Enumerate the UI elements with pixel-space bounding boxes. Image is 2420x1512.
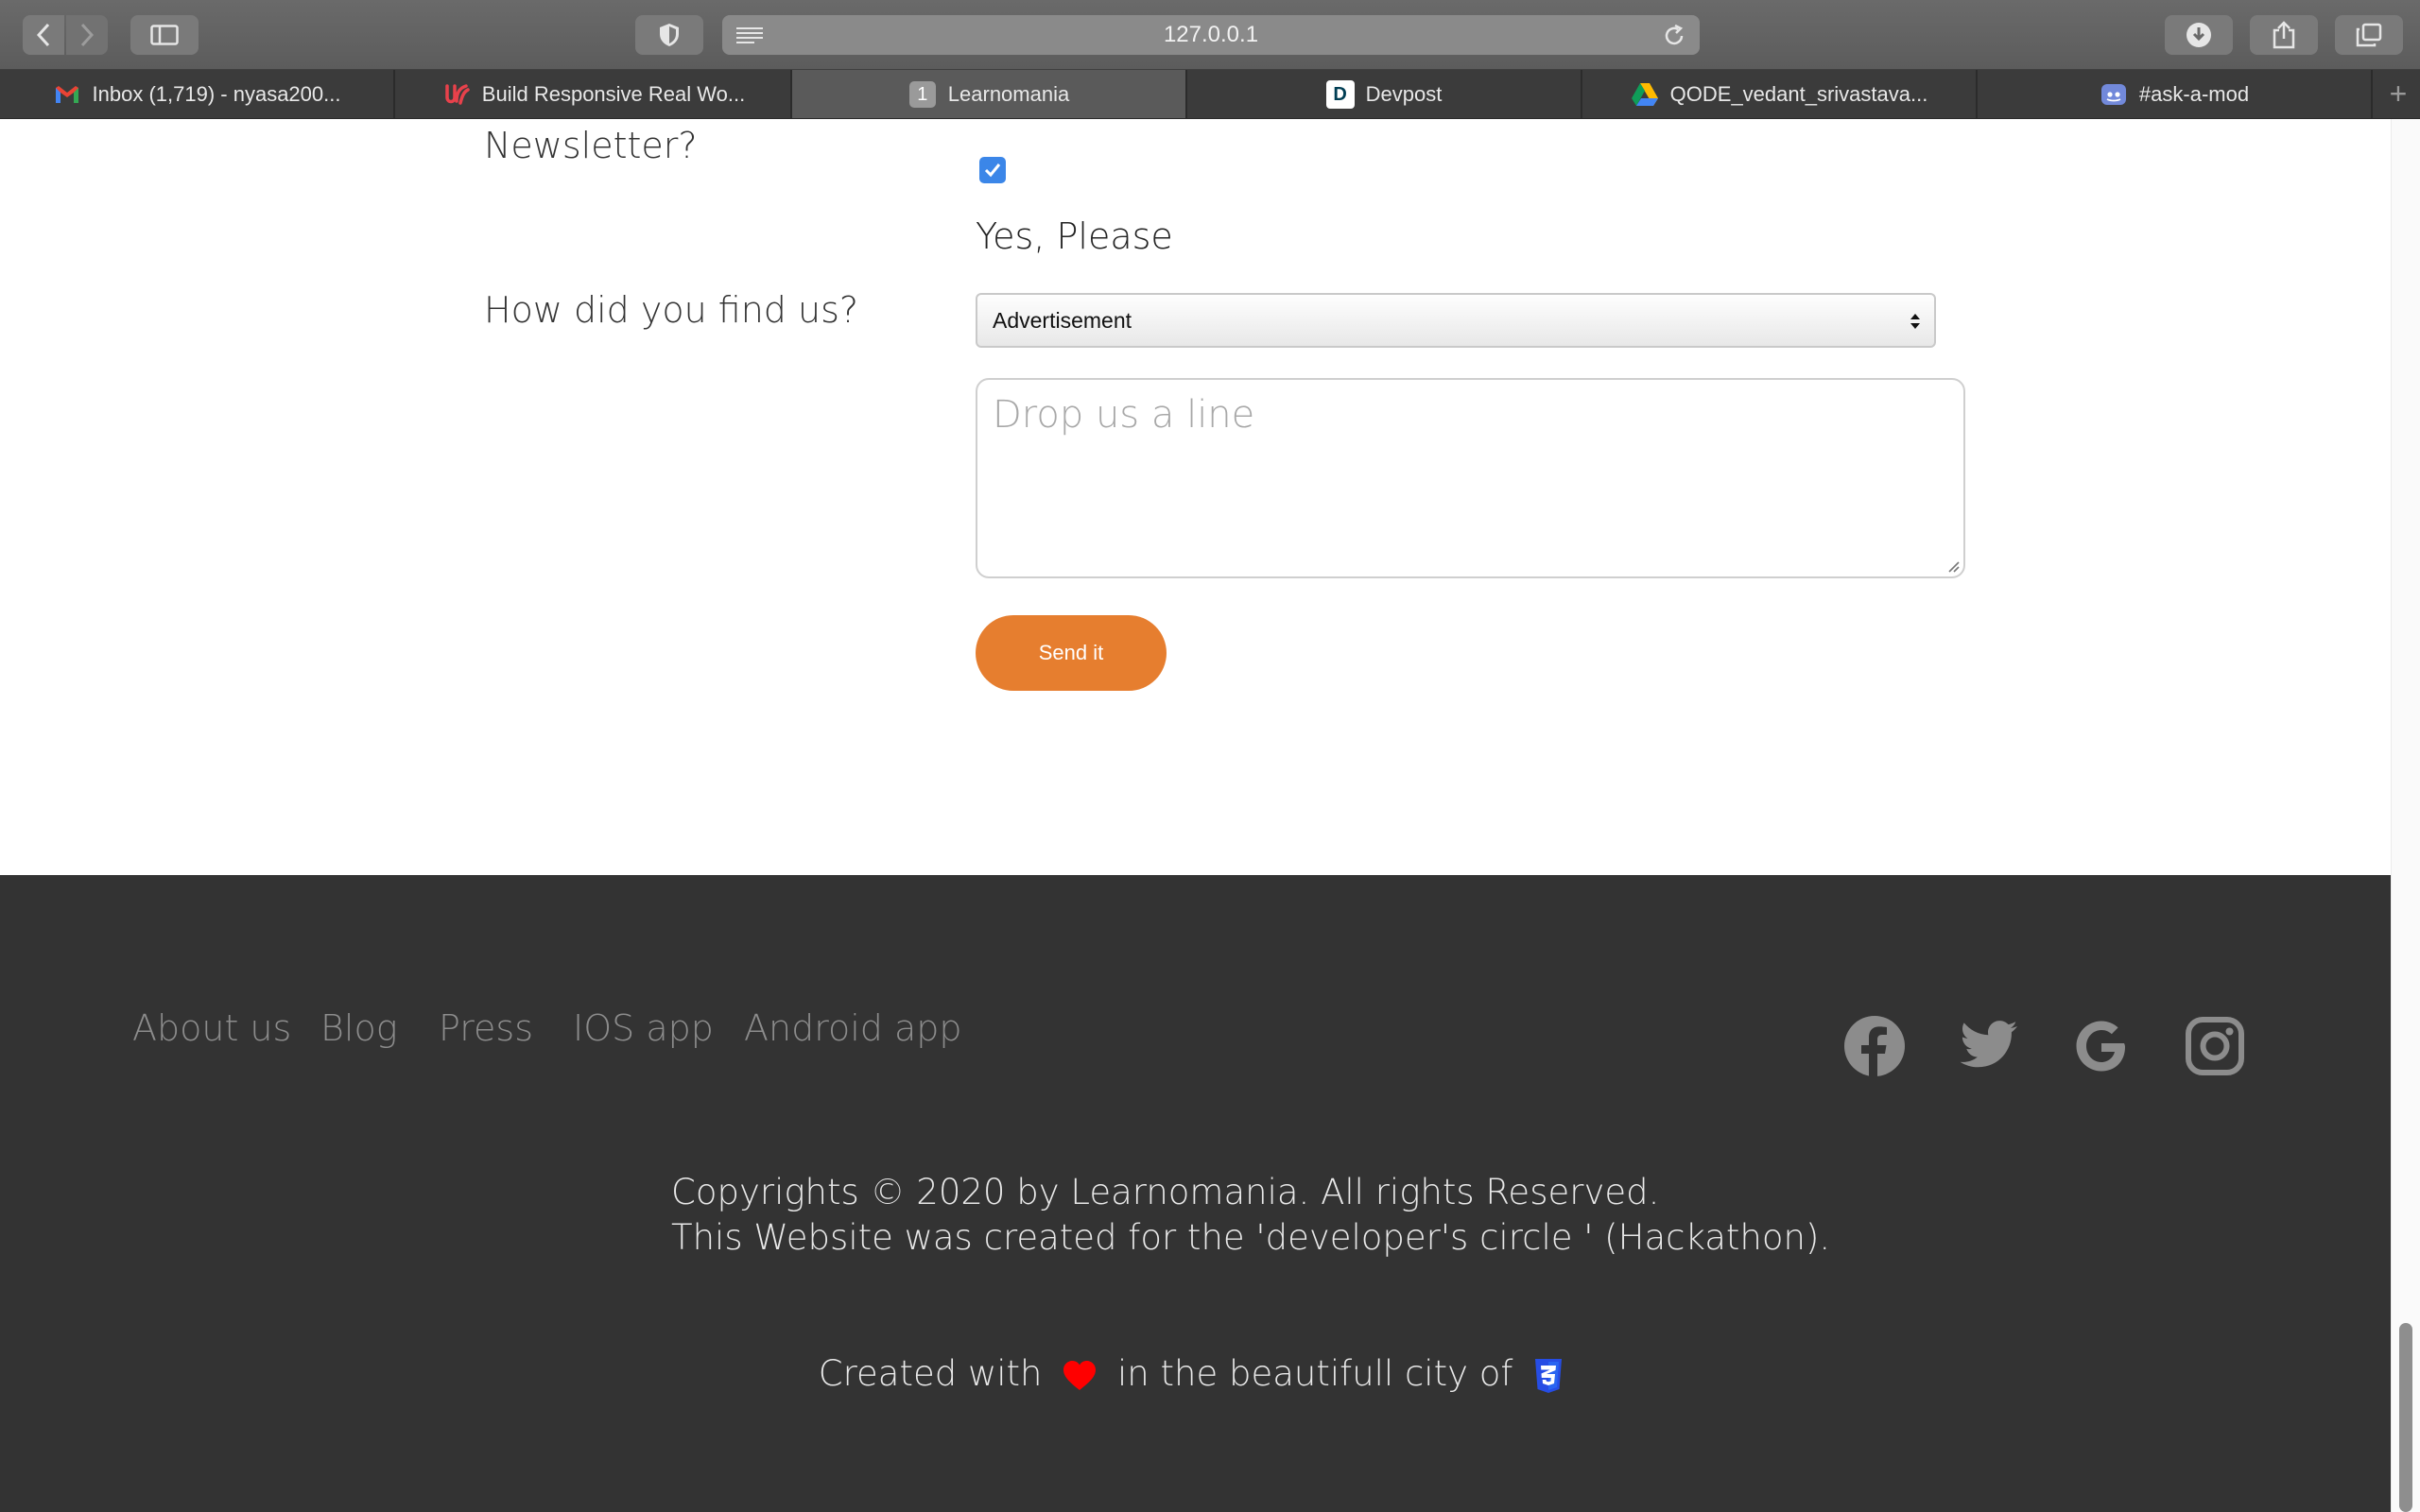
tab-overview-button[interactable] — [2335, 15, 2403, 55]
heart-icon — [1063, 1360, 1097, 1390]
google-icon[interactable] — [2070, 1015, 2133, 1077]
address-bar[interactable]: 127.0.0.1 — [722, 15, 1700, 55]
copyright-text: Copyrights © 2020 by Learnomania. All ri… — [671, 1170, 1830, 1261]
find-us-selected-value: Advertisement — [993, 308, 1132, 333]
devpost-icon: D — [1325, 79, 1355, 109]
forward-button[interactable] — [66, 15, 108, 55]
gmail-icon — [53, 80, 81, 109]
tab-learnomania[interactable]: 1 Learnomania — [792, 70, 1187, 118]
tabs-icon — [2356, 23, 2382, 47]
created-middle: in the beautifull city of — [1117, 1353, 1513, 1394]
footer-link-blog[interactable]: Blog — [320, 1007, 398, 1049]
new-tab-button[interactable]: + — [2377, 70, 2420, 118]
privacy-shield-button[interactable] — [635, 15, 703, 55]
tab-devpost[interactable]: D Devpost — [1187, 70, 1582, 118]
facebook-icon[interactable] — [1843, 1015, 1906, 1077]
created-prefix: Created with — [818, 1353, 1043, 1394]
copyright-line-2: This Website was created for the 'develo… — [671, 1217, 1831, 1258]
url-text: 127.0.0.1 — [1163, 22, 1259, 47]
back-button[interactable] — [23, 15, 64, 55]
newsletter-checkbox[interactable] — [979, 157, 1006, 183]
sidebar-toggle-button[interactable] — [130, 15, 199, 55]
chevron-right-icon — [80, 23, 95, 47]
footer: About us Blog Press IOS app Android app … — [0, 875, 2392, 1512]
browser-toolbar: 127.0.0.1 — [0, 0, 2420, 70]
tab-discord[interactable]: #ask-a-mod — [1978, 70, 2373, 118]
footer-link-press[interactable]: Press — [439, 1007, 533, 1049]
select-arrows-icon — [1910, 314, 1920, 329]
page-scrollbar[interactable] — [2391, 119, 2420, 1512]
tab-gmail[interactable]: Inbox (1,719) - nyasa200... — [0, 70, 395, 118]
share-button[interactable] — [2250, 15, 2318, 55]
tab-label: QODE_vedant_srivastava... — [1669, 81, 1928, 106]
footer-link-ios-app[interactable]: IOS app — [573, 1007, 714, 1049]
newsletter-label: Newsletter? — [484, 125, 698, 166]
tab-bar: Inbox (1,719) - nyasa200... Build Respon… — [0, 70, 2420, 119]
tab-label: Learnomania — [947, 81, 1070, 106]
number-one-badge-icon: 1 — [908, 80, 937, 109]
send-button[interactable]: Send it — [976, 615, 1167, 691]
instagram-icon[interactable] — [2184, 1015, 2246, 1077]
tab-udemy[interactable]: Build Responsive Real Wo... — [397, 70, 792, 118]
tab-label: #ask-a-mod — [2138, 81, 2250, 106]
reload-icon[interactable] — [1662, 24, 1686, 48]
find-us-label: How did you find us? — [484, 289, 859, 331]
created-with-line: Created with in the beautifull city of — [0, 1353, 2392, 1394]
checkmark-icon — [984, 163, 1001, 178]
discord-icon — [2100, 80, 2128, 109]
downloads-button[interactable] — [2165, 15, 2233, 55]
share-icon — [2273, 21, 2295, 49]
sidebar-icon — [150, 25, 179, 45]
tab-label: Build Responsive Real Wo... — [481, 81, 746, 106]
find-us-select[interactable]: Advertisement — [976, 293, 1936, 348]
copyright-line-1: Copyrights © 2020 by Learnomania. All ri… — [671, 1172, 1660, 1212]
message-placeholder: Drop us a line — [993, 393, 1255, 437]
google-drive-icon — [1631, 80, 1659, 109]
scrollbar-thumb[interactable] — [2399, 1323, 2412, 1512]
resize-grip-icon[interactable] — [1946, 559, 1960, 573]
css3-icon — [1535, 1358, 1563, 1393]
footer-link-about[interactable]: About us — [132, 1007, 291, 1049]
newsletter-option-label: Yes, Please — [976, 215, 1173, 257]
footer-link-android-app[interactable]: Android app — [744, 1007, 962, 1049]
shield-icon — [660, 24, 679, 46]
message-textarea[interactable]: Drop us a line — [976, 378, 1965, 578]
tab-label: Inbox (1,719) - nyasa200... — [92, 81, 341, 106]
tab-google-drive[interactable]: QODE_vedant_srivastava... — [1582, 70, 1978, 118]
udemy-icon — [442, 80, 471, 109]
chevron-left-icon — [36, 23, 50, 47]
download-icon — [2187, 23, 2211, 47]
twitter-icon[interactable] — [1957, 1015, 2019, 1077]
tab-label: Devpost — [1365, 81, 1443, 106]
